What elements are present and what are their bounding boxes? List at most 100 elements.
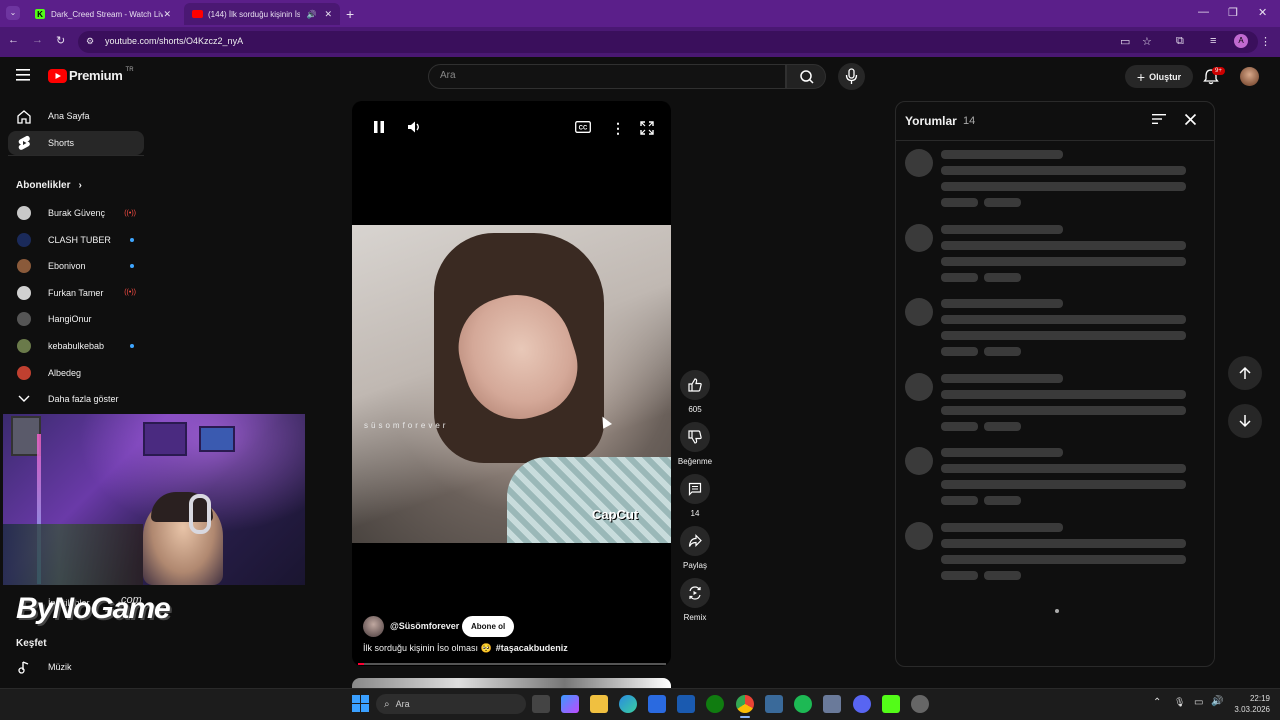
maximize-icon[interactable]: ❐ — [1228, 6, 1238, 19]
subscriptions-header[interactable]: Abonelikler › — [16, 180, 82, 191]
comment-skeleton-avatar — [905, 223, 933, 252]
desk-setup — [3, 524, 143, 585]
microphone-tray-icon[interactable]: 🎙 — [1174, 697, 1185, 708]
comment-skeleton-line — [941, 373, 1063, 383]
dislike-button[interactable]: Beğenme — [678, 422, 712, 466]
subscription-item[interactable]: Ebonivon — [8, 254, 144, 278]
search-button[interactable] — [786, 64, 826, 89]
windows-start-button[interactable] — [352, 695, 369, 712]
voice-search-button[interactable] — [838, 63, 865, 90]
back-icon[interactable]: ← — [8, 34, 19, 46]
user-avatar[interactable] — [1240, 67, 1259, 86]
arrow-down-icon — [1239, 415, 1251, 428]
comments-button[interactable]: 14 — [680, 474, 710, 518]
tab-search-icon[interactable]: ⌄ — [6, 6, 20, 20]
captions-button[interactable]: CC — [575, 121, 591, 133]
sidebar-item-music[interactable]: Müzik — [8, 655, 144, 679]
subscription-item[interactable]: CLASH TUBER — [8, 228, 144, 252]
subscription-item[interactable]: Albedeg — [8, 361, 144, 385]
obs-icon[interactable] — [911, 695, 929, 713]
shorts-player[interactable]: süsomforever CapCut CC ⋮ @Süsömforever A… — [352, 101, 671, 666]
chrome-icon[interactable] — [736, 695, 754, 713]
volume-button[interactable] — [407, 120, 423, 134]
comment-skeleton-line — [941, 347, 978, 357]
remix-label: Remix — [683, 613, 707, 622]
search-icon: ⌕ — [384, 698, 390, 710]
close-comments-button[interactable] — [1184, 113, 1197, 126]
file-explorer-icon[interactable] — [590, 695, 608, 713]
volume-tray-icon[interactable]: 🔊 — [1211, 696, 1223, 707]
site-info-icon[interactable]: ⚙ — [86, 36, 94, 47]
closed-captions-icon: CC — [575, 121, 591, 133]
sidebar-item-home[interactable]: Ana Sayfa — [8, 104, 144, 128]
comments-title: Yorumlar — [905, 114, 957, 128]
tab-close-icon[interactable]: ✕ — [163, 9, 171, 20]
profile-avatar[interactable]: A — [1234, 34, 1248, 48]
comment-skeleton-line — [941, 198, 978, 207]
channel-name[interactable]: @Süsömforever — [390, 621, 459, 631]
video-frame[interactable]: süsomforever CapCut — [352, 225, 671, 543]
browser-tab-stream[interactable]: K Dark_Creed Stream - Watch Live ✕ — [27, 3, 179, 25]
edge-icon[interactable] — [619, 695, 637, 713]
search-input[interactable]: Ara — [440, 70, 456, 81]
reload-icon[interactable]: ↻ — [56, 34, 65, 47]
address-bar[interactable] — [78, 31, 1258, 53]
sort-comments-button[interactable] — [1152, 113, 1166, 125]
comment-skeleton-avatar — [905, 522, 933, 550]
taskbar-search[interactable]: ⌕ Ara — [376, 694, 526, 714]
extensions-icon[interactable]: ⧉ — [1176, 35, 1184, 48]
minimize-icon[interactable]: — — [1198, 6, 1209, 18]
browser-menu-icon[interactable]: ⋮ — [1260, 35, 1271, 48]
tray-expand-icon[interactable]: ⌃ — [1153, 697, 1161, 708]
tab-close-icon[interactable]: ✕ — [324, 9, 332, 20]
media-control-icon[interactable]: ≡ — [1210, 35, 1216, 47]
store-icon[interactable] — [648, 695, 666, 713]
subscription-item[interactable]: Burak Güvenç ((•)) — [8, 201, 144, 225]
youtube-premium-logo[interactable]: Premium TR — [48, 67, 134, 83]
hashtag-link[interactable]: #taşacakbudeniz — [496, 643, 568, 654]
mail-icon[interactable] — [677, 695, 695, 713]
cast-icon[interactable]: ▭ — [1120, 35, 1130, 48]
fullscreen-button[interactable] — [640, 121, 654, 135]
subscribe-button[interactable]: Abone ol — [462, 616, 515, 637]
show-more-button[interactable]: Daha fazla göster — [8, 387, 144, 411]
speaker-icon[interactable]: 🔊 — [306, 10, 316, 19]
settings-icon[interactable] — [823, 695, 841, 713]
wall-poster — [199, 426, 235, 452]
more-options-icon[interactable]: ⋮ — [611, 120, 625, 137]
create-button[interactable]: + Oluştur — [1125, 65, 1193, 88]
spotify-icon[interactable] — [794, 695, 812, 713]
subscription-item[interactable]: HangiOnur — [8, 307, 144, 331]
next-short-preview[interactable] — [352, 678, 671, 688]
window-close-icon[interactable]: ✕ — [1258, 6, 1267, 19]
search-box[interactable] — [428, 64, 786, 89]
bookmark-star-icon[interactable]: ☆ — [1142, 35, 1152, 48]
short-title[interactable]: İlk sorduğu kişinin İso olması 🥺 #taşaca… — [363, 643, 568, 654]
task-view-icon[interactable] — [532, 695, 550, 713]
channel-avatar — [17, 365, 31, 380]
remix-button[interactable]: Remix — [680, 578, 710, 622]
subscription-item[interactable]: kebabulkebab — [8, 334, 144, 358]
share-button[interactable]: Paylaş — [680, 526, 710, 570]
discord-icon[interactable] — [853, 695, 871, 713]
channel-avatar[interactable] — [363, 616, 384, 637]
comment-skeleton-line — [941, 555, 1186, 564]
taskbar-clock[interactable]: 22:19 3.03.2026 — [1234, 693, 1270, 715]
network-icon[interactable]: ▭ — [1194, 697, 1203, 708]
channel-avatar — [17, 259, 31, 274]
subscription-item[interactable]: Furkan Tamer ((•)) — [8, 281, 144, 305]
progress-bar[interactable] — [358, 663, 666, 665]
previous-short-button[interactable] — [1228, 356, 1262, 390]
hamburger-menu-icon[interactable] — [16, 69, 30, 81]
app-icon[interactable] — [765, 695, 783, 713]
kick-app-icon[interactable] — [882, 695, 900, 713]
browser-tab-youtube[interactable]: (144) İlk sorduğu kişinin İso olması 🔊 ✕ — [184, 3, 340, 25]
new-tab-icon[interactable]: + — [346, 6, 354, 22]
pause-button[interactable] — [372, 120, 386, 134]
forward-icon[interactable]: → — [32, 34, 43, 46]
sidebar-item-shorts[interactable]: Shorts — [8, 131, 144, 155]
next-short-button[interactable] — [1228, 404, 1262, 438]
xbox-icon[interactable] — [706, 695, 724, 713]
like-button[interactable]: 605 — [680, 370, 710, 414]
copilot-icon[interactable] — [561, 695, 579, 713]
